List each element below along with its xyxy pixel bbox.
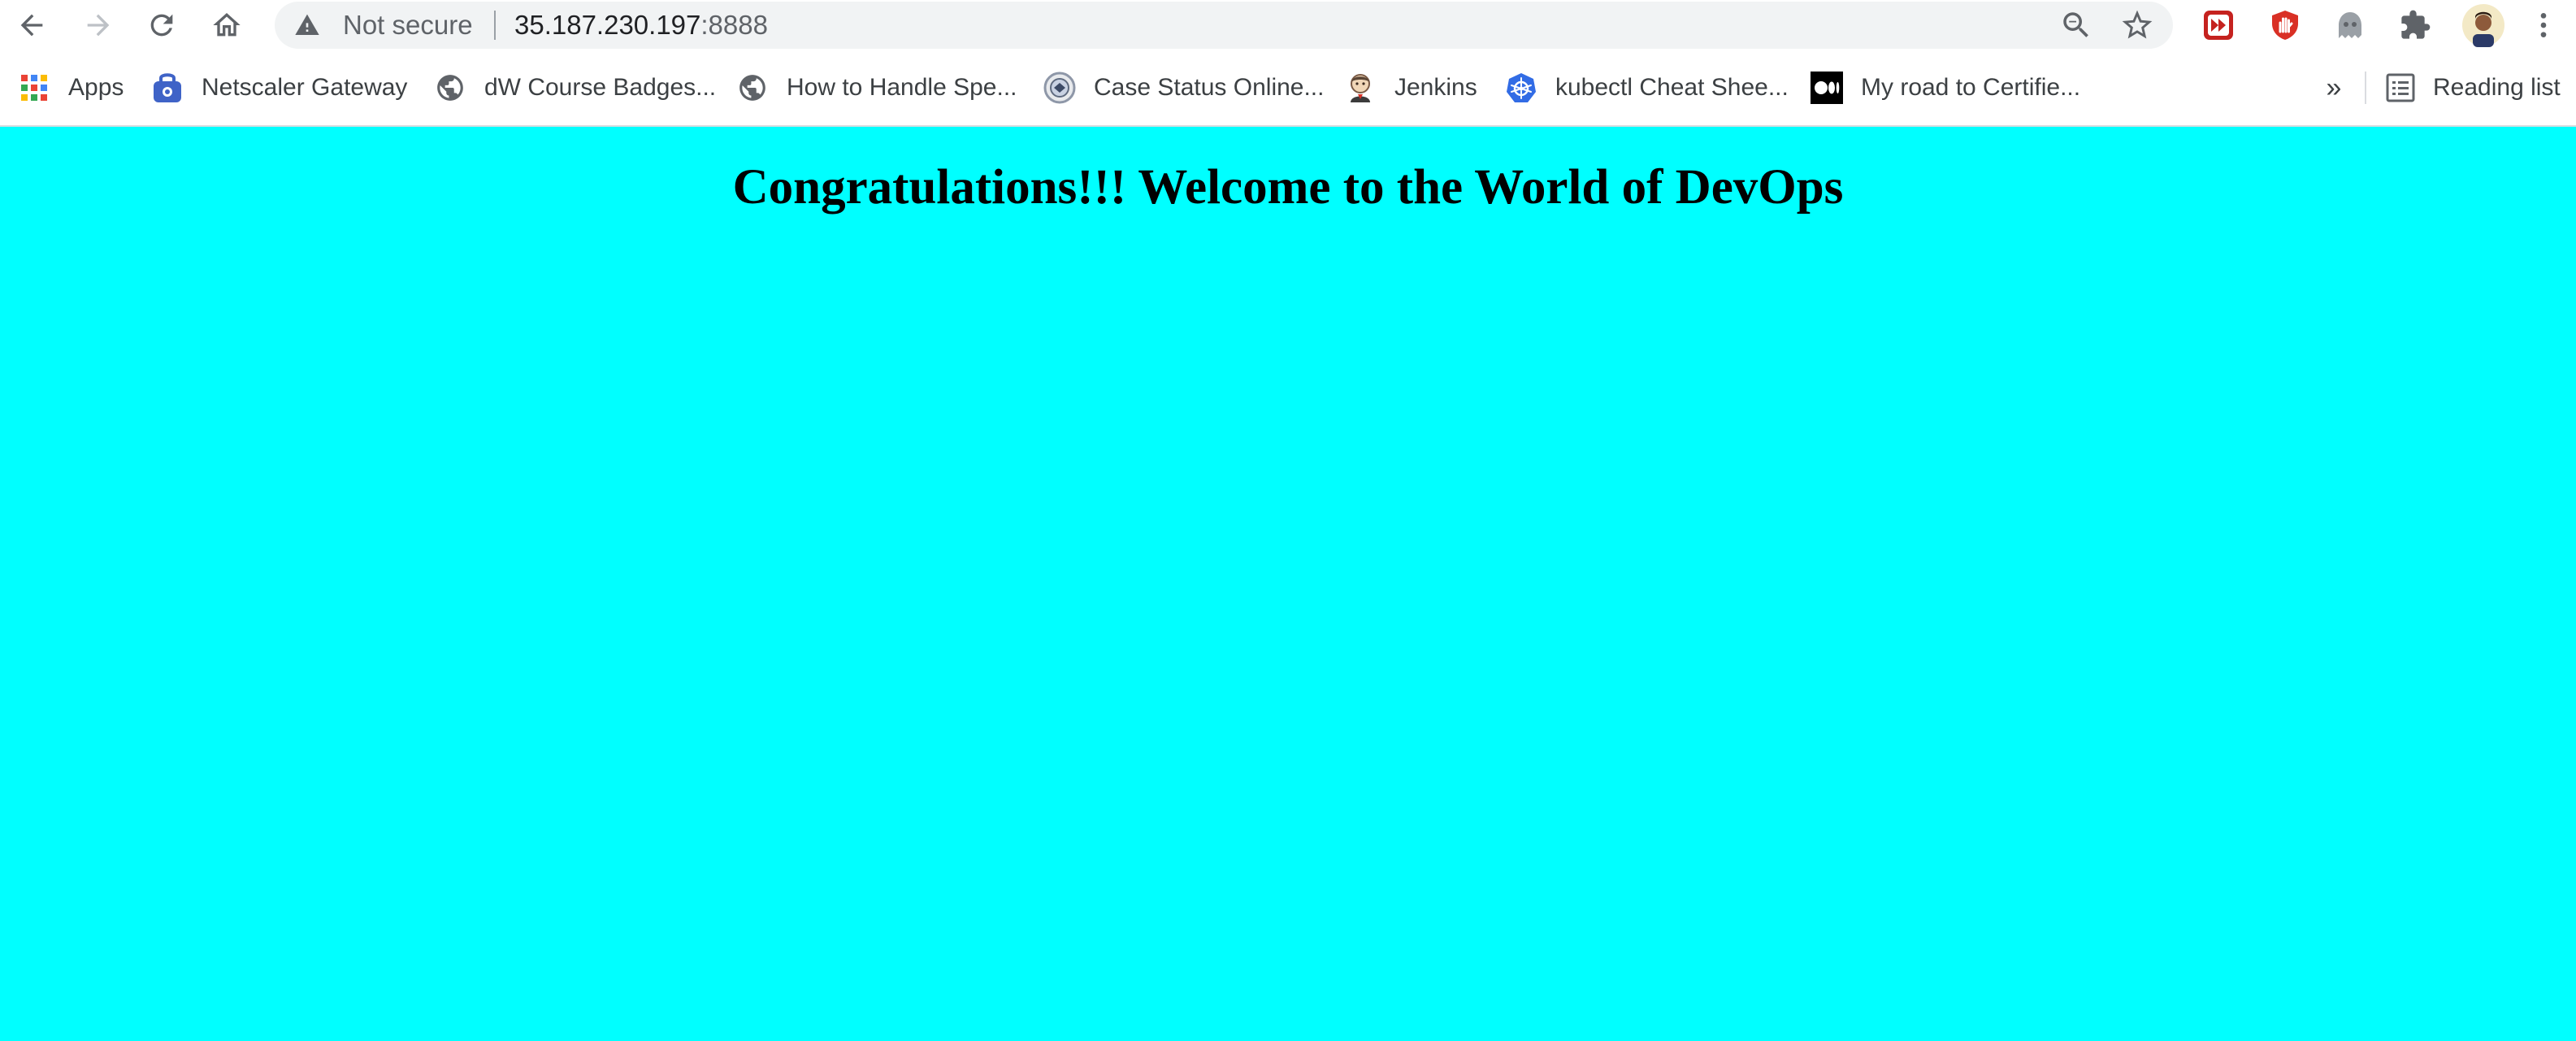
- reading-list-label: Reading list: [2433, 74, 2561, 101]
- vertical-dots-icon: [2540, 13, 2547, 37]
- reload-icon: [150, 14, 173, 37]
- bookmark-label: Case Status Online...: [1094, 74, 1325, 101]
- kubernetes-icon: [1505, 72, 1537, 104]
- shield-hand-extension-icon: [2272, 11, 2298, 40]
- avatar: [2462, 4, 2504, 47]
- chrome-menu-button[interactable]: [2526, 7, 2561, 43]
- url-port: :8888: [700, 10, 768, 40]
- reload-button[interactable]: [140, 3, 184, 47]
- uscis-seal-icon: [1043, 72, 1076, 104]
- security-status-label[interactable]: Not secure: [343, 2, 473, 49]
- medium-icon: [1811, 72, 1843, 104]
- zoom-out-icon[interactable]: [2059, 8, 2093, 42]
- bookmark-case-status-online[interactable]: Case Status Online...: [1043, 50, 1324, 125]
- bookmark-label: Apps: [68, 74, 124, 101]
- bookmark-apps[interactable]: Apps: [18, 50, 124, 125]
- profile-button[interactable]: [2461, 2, 2506, 48]
- globe-icon: [434, 72, 466, 104]
- browser-toolbar: Not secure 35.187.230.197:8888: [0, 0, 2576, 50]
- url-text[interactable]: 35.187.230.197:8888: [514, 2, 768, 49]
- browser-window: Not secure 35.187.230.197:8888 Apps Nets…: [0, 0, 2576, 1041]
- bookmark-label: Netscaler Gateway: [202, 74, 408, 101]
- ghost-extension-icon: [2339, 12, 2361, 38]
- jenkins-icon: [1344, 72, 1377, 104]
- extensions-menu-button[interactable]: [2397, 7, 2433, 43]
- globe-icon: [736, 72, 769, 104]
- extension-button[interactable]: [2267, 7, 2303, 43]
- forward-button[interactable]: [76, 3, 120, 47]
- bookmark-label: How to Handle Spe...: [787, 74, 1017, 101]
- puzzle-piece-icon: [2401, 10, 2431, 39]
- bookmark-label: Jenkins: [1394, 74, 1477, 101]
- bookmarks-overflow-button[interactable]: »: [2318, 68, 2350, 107]
- forward-arrow-icon: [87, 14, 110, 37]
- page-heading: Congratulations!!! Welcome to the World …: [732, 160, 1844, 215]
- bookmark-label: kubectl Cheat Shee...: [1555, 74, 1789, 101]
- bookmark-jenkins[interactable]: Jenkins: [1344, 50, 1477, 125]
- bookmark-my-road-to-certified[interactable]: My road to Certifie...: [1811, 50, 2080, 125]
- bookmark-kubectl-cheat-sheet[interactable]: kubectl Cheat Shee...: [1505, 50, 1789, 125]
- home-icon: [213, 13, 241, 37]
- bookmark-star-icon[interactable]: [2119, 7, 2155, 43]
- omnibox-divider: [494, 11, 496, 40]
- page-content: Congratulations!!! Welcome to the World …: [0, 127, 2576, 1041]
- bookmark-dw-course-badges[interactable]: dW Course Badges...: [434, 50, 716, 125]
- address-bar[interactable]: Not secure 35.187.230.197:8888: [275, 2, 2173, 49]
- back-arrow-icon: [20, 14, 43, 37]
- bookmarks-divider: [2365, 72, 2366, 104]
- apps-grid-icon: [18, 72, 50, 104]
- reading-list-button[interactable]: Reading list: [2384, 50, 2561, 125]
- extension-button[interactable]: [2332, 7, 2368, 43]
- netscaler-icon: [151, 72, 184, 104]
- bookmarks-bar: Apps Netscaler Gateway dW Course Badges.…: [0, 50, 2576, 127]
- bookmark-label: My road to Certifie...: [1861, 74, 2081, 101]
- bookmark-label: dW Course Badges...: [484, 74, 717, 101]
- reading-list-icon: [2384, 72, 2417, 104]
- warning-triangle-icon[interactable]: [293, 12, 322, 38]
- home-button[interactable]: [205, 3, 249, 47]
- back-button[interactable]: [10, 3, 54, 47]
- extension-button[interactable]: [2201, 7, 2236, 43]
- media-forward-extension-icon: [2204, 11, 2233, 40]
- bookmark-how-to-handle[interactable]: How to Handle Spe...: [736, 50, 1017, 125]
- bookmark-netscaler-gateway[interactable]: Netscaler Gateway: [151, 50, 407, 125]
- url-host: 35.187.230.197: [514, 10, 701, 40]
